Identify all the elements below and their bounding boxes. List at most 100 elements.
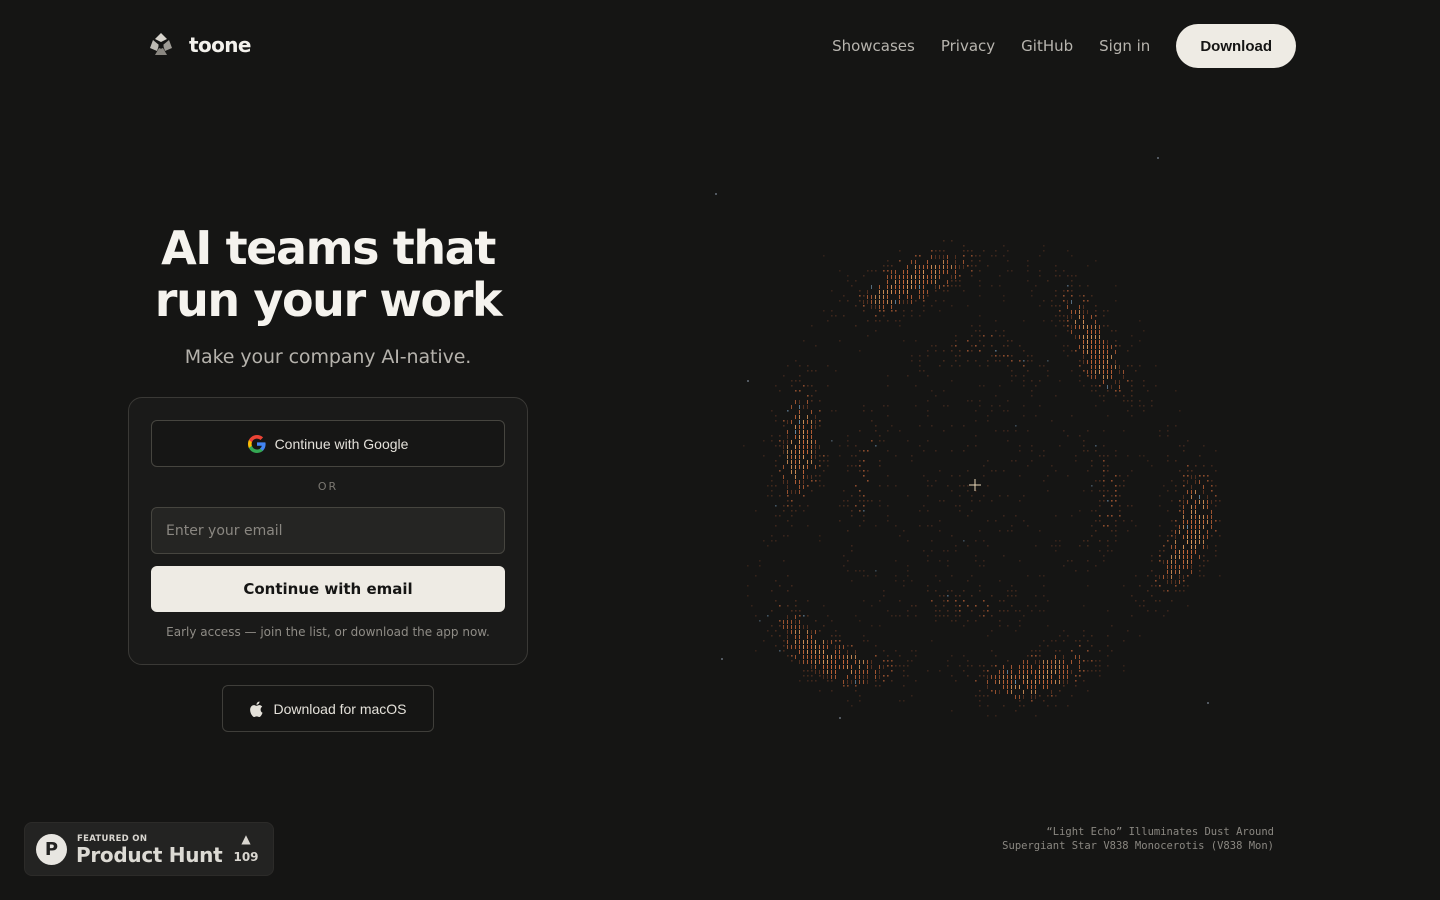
nav-download-button[interactable]: Download xyxy=(1176,24,1296,68)
artwork-glyph xyxy=(811,425,812,429)
artwork-glyph xyxy=(871,440,873,442)
artwork-glyph xyxy=(791,405,792,409)
artwork-glyph xyxy=(859,290,861,292)
artwork-glyph xyxy=(811,675,813,677)
artwork-glyph xyxy=(879,300,880,304)
artwork-glyph xyxy=(1187,585,1189,587)
artwork-glyph xyxy=(1167,570,1168,574)
artwork-glyph xyxy=(823,255,825,257)
artwork-glyph xyxy=(1071,255,1073,257)
artwork-glyph xyxy=(1135,575,1137,577)
artwork-glyph xyxy=(1063,675,1064,679)
artwork-glyph xyxy=(803,655,804,659)
download-macos-button[interactable]: Download for macOS xyxy=(222,685,434,732)
artwork-glyph xyxy=(1199,455,1201,457)
artwork-glyph xyxy=(1103,360,1104,364)
artwork-glyph xyxy=(1095,335,1096,339)
artwork-glyph xyxy=(1215,505,1217,507)
artwork-glyph xyxy=(807,505,809,507)
artwork-glyph xyxy=(1007,410,1009,412)
artwork-glyph xyxy=(1003,680,1004,684)
artwork-glyph xyxy=(931,540,933,542)
artwork-glyph xyxy=(907,375,909,377)
artwork-glyph xyxy=(1187,530,1188,534)
artwork-glyph xyxy=(971,595,973,597)
artwork-glyph xyxy=(895,525,897,527)
artwork-glyph xyxy=(1023,380,1025,382)
artwork-glyph xyxy=(1183,585,1185,587)
artwork-glyph xyxy=(1039,680,1040,684)
artwork-glyph xyxy=(859,525,861,527)
artwork-glyph xyxy=(895,300,896,304)
artwork-glyph xyxy=(947,665,949,667)
nav-link-github[interactable]: GitHub xyxy=(1021,37,1073,55)
artwork-glyph xyxy=(1183,545,1184,549)
artwork-glyph xyxy=(1011,370,1013,372)
artwork-glyph xyxy=(943,360,945,362)
artwork-glyph xyxy=(1167,510,1169,512)
artwork-glyph xyxy=(943,615,945,617)
artwork-glyph xyxy=(787,485,788,489)
artwork-glyph xyxy=(855,445,857,447)
nav-link-showcases[interactable]: Showcases xyxy=(832,37,915,55)
artwork-glyph xyxy=(999,625,1001,627)
artwork-glyph xyxy=(835,660,836,664)
artwork-glyph xyxy=(863,640,865,642)
artwork-glyph xyxy=(819,400,821,402)
artwork-glyph xyxy=(1039,665,1040,669)
artwork-glyph xyxy=(923,450,925,452)
artwork-glyph xyxy=(1071,290,1073,292)
artwork-glyph xyxy=(803,645,804,649)
artwork-glyph xyxy=(1139,405,1141,407)
artwork-glyph xyxy=(1079,675,1081,677)
artwork-glyph xyxy=(863,470,865,472)
artwork-glyph xyxy=(1115,490,1117,492)
artwork-glyph xyxy=(1183,550,1184,554)
artwork-caption-line-1: “Light Echo” Illuminates Dust Around xyxy=(1046,826,1274,838)
artwork-glyph xyxy=(1019,360,1021,362)
google-signin-button[interactable]: Continue with Google xyxy=(151,420,505,467)
artwork-glyph xyxy=(1171,565,1172,569)
artwork-glyph xyxy=(951,265,952,269)
artwork-glyph xyxy=(855,465,857,467)
nav-link-sign-in[interactable]: Sign in xyxy=(1099,37,1150,55)
artwork-glyph xyxy=(995,395,997,397)
artwork-glyph xyxy=(1123,585,1125,587)
artwork-glyph xyxy=(1159,525,1161,527)
artwork-glyph xyxy=(951,590,953,592)
nav-link-privacy[interactable]: Privacy xyxy=(941,37,995,55)
artwork-glyph xyxy=(863,495,865,497)
artwork-glyph xyxy=(1159,575,1160,579)
artwork-glyph xyxy=(1095,315,1097,317)
product-hunt-badge[interactable]: P FEATURED ON Product Hunt ▲ 109 xyxy=(24,822,274,876)
artwork-glyph xyxy=(783,510,785,512)
artwork-glyph xyxy=(883,305,884,309)
artwork-glyph xyxy=(1187,470,1189,472)
brand-link[interactable]: toone xyxy=(147,30,251,60)
product-hunt-logo-icon: P xyxy=(36,834,67,865)
artwork-glyph xyxy=(1075,570,1077,572)
continue-with-email-button[interactable]: Continue with email xyxy=(151,566,505,612)
artwork-glyph xyxy=(1203,520,1204,524)
email-input[interactable] xyxy=(151,507,505,554)
artwork-glyph xyxy=(823,675,824,679)
artwork-glyph xyxy=(831,655,832,659)
artwork-glyph xyxy=(1047,685,1048,689)
artwork-glyph xyxy=(1011,525,1013,527)
artwork-glyph xyxy=(1099,325,1100,329)
artwork-glyph xyxy=(1023,680,1024,684)
artwork-glyph xyxy=(811,665,812,669)
artwork-glyph xyxy=(1107,385,1108,389)
background-star xyxy=(715,193,717,195)
artwork-glyph xyxy=(811,475,812,479)
artwork-glyph xyxy=(1115,450,1117,452)
artwork-glyph xyxy=(951,280,953,282)
artwork-glyph xyxy=(863,575,865,577)
artwork-glyph xyxy=(907,575,909,577)
artwork-glyph xyxy=(799,365,801,367)
artwork-glyph xyxy=(847,560,849,562)
artwork-glyph xyxy=(931,265,932,269)
artwork-glyph xyxy=(1099,345,1100,349)
artwork-glyph xyxy=(871,625,873,627)
artwork-glyph xyxy=(1063,315,1065,317)
